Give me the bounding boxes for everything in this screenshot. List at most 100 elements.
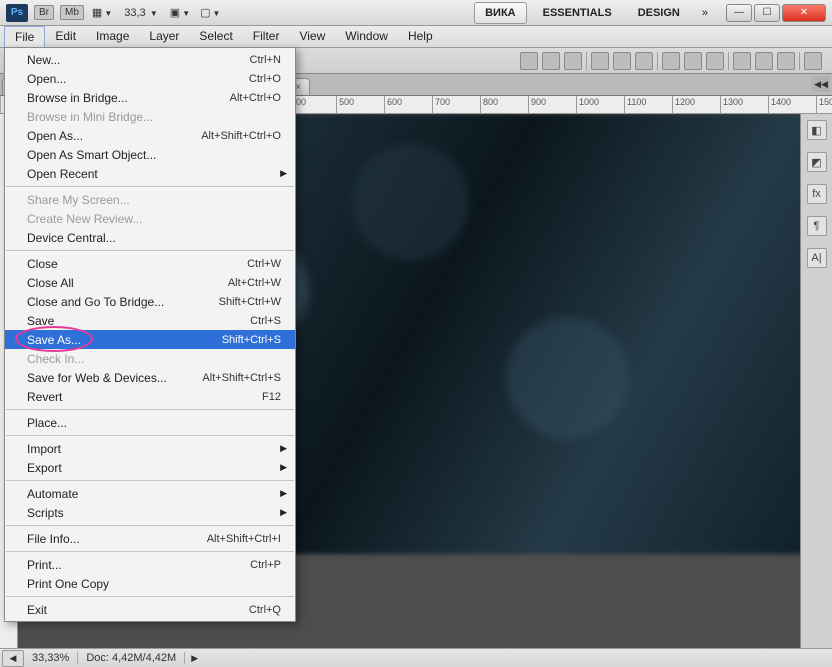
menu-separator bbox=[6, 596, 294, 597]
menu-item-label: Import bbox=[27, 442, 281, 456]
minibridge-chip[interactable]: Mb bbox=[60, 5, 84, 20]
menu-item-label: Save As... bbox=[27, 333, 222, 347]
menu-item-label: Place... bbox=[27, 416, 281, 430]
align-vcenter-icon[interactable] bbox=[613, 52, 631, 70]
file-menu-item: Check In... bbox=[5, 349, 295, 368]
file-menu-item[interactable]: Open As Smart Object... bbox=[5, 145, 295, 164]
file-menu-item[interactable]: Print...Ctrl+P bbox=[5, 555, 295, 574]
file-menu-item[interactable]: Open As...Alt+Shift+Ctrl+O bbox=[5, 126, 295, 145]
paragraph-panel-icon[interactable]: ¶ bbox=[807, 216, 827, 236]
file-menu-dropdown: New...Ctrl+NOpen...Ctrl+OBrowse in Bridg… bbox=[4, 47, 296, 622]
menu-layer[interactable]: Layer bbox=[139, 26, 189, 47]
file-menu-item[interactable]: Place... bbox=[5, 413, 295, 432]
menu-separator bbox=[6, 186, 294, 187]
workspace-essentials[interactable]: ESSENTIALS bbox=[533, 3, 622, 23]
menu-window[interactable]: Window bbox=[335, 26, 398, 47]
separator-icon bbox=[657, 52, 658, 70]
align-right-icon[interactable] bbox=[564, 52, 582, 70]
file-menu-item[interactable]: Automate▶ bbox=[5, 484, 295, 503]
menu-item-shortcut: Alt+Ctrl+W bbox=[228, 277, 281, 289]
menu-item-label: Automate bbox=[27, 487, 281, 501]
status-doc-info[interactable]: Doc: 4,42M/4,42M bbox=[78, 652, 185, 664]
ruler-tick: 1300 bbox=[721, 96, 769, 113]
file-menu-item[interactable]: File Info...Alt+Shift+Ctrl+I bbox=[5, 529, 295, 548]
workspace-more-icon[interactable]: » bbox=[696, 7, 714, 19]
status-prev-icon[interactable]: ◀ bbox=[2, 650, 24, 667]
file-menu-item[interactable]: CloseCtrl+W bbox=[5, 254, 295, 273]
menu-item-shortcut: F12 bbox=[262, 391, 281, 403]
menu-item-label: Close bbox=[27, 257, 247, 271]
screenmode-dropdown[interactable]: ▢▼ bbox=[198, 6, 222, 19]
file-menu-item[interactable]: Scripts▶ bbox=[5, 503, 295, 522]
arrange-dropdown[interactable]: ▣▼ bbox=[168, 6, 192, 19]
menu-filter[interactable]: Filter bbox=[243, 26, 290, 47]
file-menu-item: Create New Review... bbox=[5, 209, 295, 228]
bridge-chip[interactable]: Br bbox=[34, 5, 54, 20]
align-hcenter-icon[interactable] bbox=[542, 52, 560, 70]
workspace-design[interactable]: DESIGN bbox=[628, 3, 690, 23]
menu-item-label: Exit bbox=[27, 603, 249, 617]
file-menu-item[interactable]: Print One Copy bbox=[5, 574, 295, 593]
menu-item-label: Open Recent bbox=[27, 167, 281, 181]
dist-top-icon[interactable] bbox=[733, 52, 751, 70]
dist-left-icon[interactable] bbox=[662, 52, 680, 70]
file-menu-item[interactable]: Import▶ bbox=[5, 439, 295, 458]
file-menu-item[interactable]: New...Ctrl+N bbox=[5, 50, 295, 69]
file-menu-item[interactable]: Device Central... bbox=[5, 228, 295, 247]
menu-help[interactable]: Help bbox=[398, 26, 443, 47]
styles-panel-icon[interactable]: fx bbox=[807, 184, 827, 204]
dist-vcenter-icon[interactable] bbox=[755, 52, 773, 70]
file-menu-item[interactable]: SaveCtrl+S bbox=[5, 311, 295, 330]
adjustments-panel-icon[interactable]: ◩ bbox=[807, 152, 827, 172]
dist-hcenter-icon[interactable] bbox=[684, 52, 702, 70]
menu-item-label: Save bbox=[27, 314, 250, 328]
menu-item-label: Check In... bbox=[27, 352, 281, 366]
file-menu-item: Browse in Mini Bridge... bbox=[5, 107, 295, 126]
menu-separator bbox=[6, 480, 294, 481]
zoom-field[interactable]: 33,3 ▼ bbox=[124, 7, 158, 19]
dist-bottom-icon[interactable] bbox=[777, 52, 795, 70]
app-logo: Ps bbox=[6, 4, 28, 22]
file-menu-item[interactable]: Save As...Shift+Ctrl+S bbox=[5, 330, 295, 349]
file-menu-item[interactable]: Open...Ctrl+O bbox=[5, 69, 295, 88]
menu-select[interactable]: Select bbox=[189, 26, 242, 47]
character-panel-icon[interactable]: A| bbox=[807, 248, 827, 268]
menu-file[interactable]: File bbox=[4, 26, 45, 47]
window-maximize-button[interactable]: ☐ bbox=[754, 4, 780, 22]
menu-item-shortcut: Alt+Shift+Ctrl+I bbox=[207, 533, 281, 545]
menu-item-label: Close All bbox=[27, 276, 228, 290]
window-minimize-button[interactable]: — bbox=[726, 4, 752, 22]
menu-item-shortcut: Alt+Shift+Ctrl+S bbox=[202, 372, 281, 384]
file-menu-item[interactable]: Export▶ bbox=[5, 458, 295, 477]
file-menu-item[interactable]: ExitCtrl+Q bbox=[5, 600, 295, 619]
file-menu-item[interactable]: RevertF12 bbox=[5, 387, 295, 406]
file-menu-item[interactable]: Open Recent▶ bbox=[5, 164, 295, 183]
workspace-vika[interactable]: ВИКА bbox=[474, 2, 527, 24]
window-close-button[interactable]: ✕ bbox=[782, 4, 826, 22]
menu-edit[interactable]: Edit bbox=[45, 26, 86, 47]
file-menu-item[interactable]: Close AllAlt+Ctrl+W bbox=[5, 273, 295, 292]
align-left-icon[interactable] bbox=[520, 52, 538, 70]
tab-close-icon[interactable]: × bbox=[295, 82, 301, 93]
menu-item-label: Create New Review... bbox=[27, 212, 281, 226]
file-menu-item[interactable]: Close and Go To Bridge...Shift+Ctrl+W bbox=[5, 292, 295, 311]
view-extras-dropdown[interactable]: ▦▼ bbox=[90, 6, 114, 19]
dist-right-icon[interactable] bbox=[706, 52, 724, 70]
status-info-menu-icon[interactable]: ▶ bbox=[185, 653, 204, 664]
menu-image[interactable]: Image bbox=[86, 26, 139, 47]
menu-item-label: Print... bbox=[27, 558, 250, 572]
menu-item-label: Export bbox=[27, 461, 281, 475]
menu-view[interactable]: View bbox=[289, 26, 335, 47]
layers-panel-icon[interactable]: ◧ bbox=[807, 120, 827, 140]
align-bottom-icon[interactable] bbox=[635, 52, 653, 70]
auto-align-icon[interactable] bbox=[804, 52, 822, 70]
menu-item-shortcut: Ctrl+S bbox=[250, 315, 281, 327]
panel-collapse-icon[interactable]: ◀◀ bbox=[812, 76, 830, 92]
menu-item-shortcut: Alt+Ctrl+O bbox=[230, 92, 281, 104]
align-top-icon[interactable] bbox=[591, 52, 609, 70]
file-menu-item[interactable]: Browse in Bridge...Alt+Ctrl+O bbox=[5, 88, 295, 107]
menu-item-label: Open As Smart Object... bbox=[27, 148, 281, 162]
menu-item-label: Open... bbox=[27, 72, 249, 86]
file-menu-item[interactable]: Save for Web & Devices...Alt+Shift+Ctrl+… bbox=[5, 368, 295, 387]
status-zoom[interactable]: 33,33% bbox=[24, 652, 78, 664]
